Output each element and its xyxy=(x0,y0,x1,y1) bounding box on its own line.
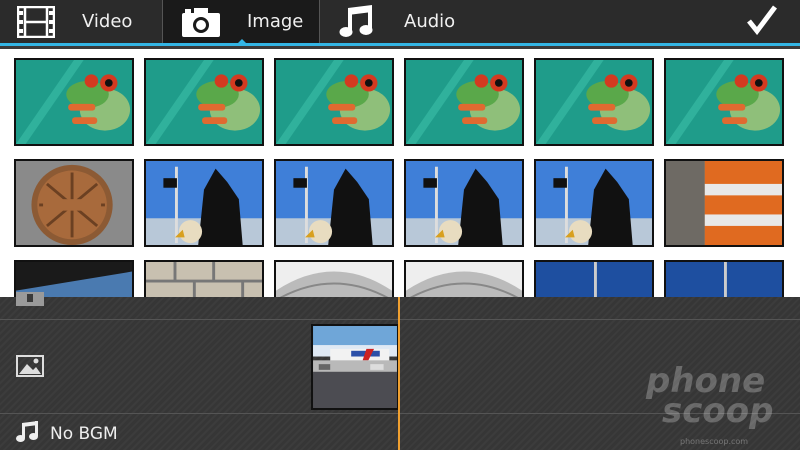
image-picker-grid xyxy=(0,49,800,297)
thumbnail-stone-wall[interactable] xyxy=(144,260,264,297)
media-tab-bar: Video Image Audio xyxy=(0,0,800,46)
thumbnail-eagle-statue[interactable] xyxy=(404,159,524,247)
playhead[interactable] xyxy=(398,297,400,450)
thumbnail-frog[interactable] xyxy=(664,58,784,146)
thumbnail-sky[interactable] xyxy=(664,260,784,297)
thumbnail-eagle-statue[interactable] xyxy=(274,159,394,247)
music-note-icon xyxy=(16,421,40,447)
thumbnail-manhole[interactable] xyxy=(14,159,134,247)
tab-audio[interactable]: Audio xyxy=(338,0,455,43)
text-track-icon xyxy=(16,291,44,310)
thumbnail-frog[interactable] xyxy=(274,58,394,146)
checkmark-icon xyxy=(747,5,777,39)
image-icon xyxy=(16,355,44,381)
watermark-logo: phone scoop xyxy=(646,364,796,431)
image-clip[interactable] xyxy=(311,324,399,410)
tab-image-label: Image xyxy=(247,11,304,32)
track-divider xyxy=(0,319,800,320)
thumbnail-eagle-statue[interactable] xyxy=(534,159,654,247)
camera-icon xyxy=(181,6,221,38)
tab-video[interactable]: Video xyxy=(16,0,132,43)
confirm-button[interactable] xyxy=(744,4,780,40)
thumbnail-snowy-field[interactable] xyxy=(274,260,394,297)
thumbnail-snowy-field[interactable] xyxy=(404,260,524,297)
watermark-line2: scoop xyxy=(662,391,774,431)
film-icon xyxy=(16,5,56,38)
thumbnail-frog[interactable] xyxy=(144,58,264,146)
music-note-icon xyxy=(338,4,378,38)
thumbnail-traffic-barrel[interactable] xyxy=(664,159,784,247)
active-tab-pointer xyxy=(235,39,249,46)
tab-image[interactable]: Image xyxy=(162,0,320,46)
thumbnail-frog[interactable] xyxy=(14,58,134,146)
bgm-label[interactable]: No BGM xyxy=(50,424,118,444)
watermark-sub: phonescoop.com xyxy=(680,437,749,446)
thumbnail-frog[interactable] xyxy=(534,58,654,146)
thumbnail-sky[interactable] xyxy=(534,260,654,297)
thumbnail-frog[interactable] xyxy=(404,58,524,146)
thumbnail-eagle-statue[interactable] xyxy=(144,159,264,247)
tab-audio-label: Audio xyxy=(404,11,456,32)
tab-video-label: Video xyxy=(82,11,133,32)
